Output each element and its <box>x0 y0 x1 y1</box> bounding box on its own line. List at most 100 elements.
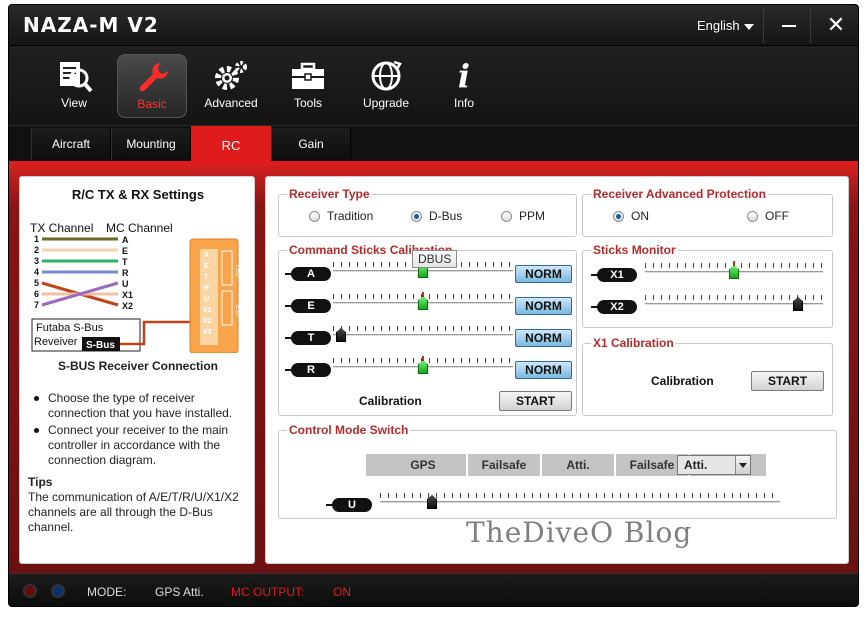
diagram-caption: S-BUS Receiver Connection <box>57 359 219 373</box>
stick-track-e <box>333 292 513 310</box>
status-led-blue-icon <box>51 584 65 598</box>
radio-dbus[interactable]: D-Bus <box>411 209 462 223</box>
app-title: NAZA-M V2 <box>23 13 159 37</box>
mc-port: E <box>204 263 209 270</box>
toolbar-tools-label: Tools <box>293 96 322 110</box>
toolbox-icon <box>292 62 324 89</box>
rc-settings-panel: R/C TX & RX Settings TX Channel MC Chann… <box>19 176 255 564</box>
mc-channel: E <box>122 246 128 256</box>
toolbar-advanced-label: Advanced <box>204 96 258 110</box>
toolbar-advanced[interactable]: Advanced <box>196 54 266 118</box>
main-toolbar: View Basic Advanced Tools Upgrade i Info <box>9 45 858 125</box>
tips-title: Tips <box>28 475 53 489</box>
chevron-down-icon[interactable] <box>735 456 750 474</box>
toolbar-view-label: View <box>61 96 87 110</box>
toolbar-upgrade-label: Upgrade <box>362 96 410 110</box>
tab-mounting[interactable]: Mounting <box>111 128 191 160</box>
radio-label: PPM <box>519 209 546 223</box>
instruction-list: Choose the type of receiver connection t… <box>32 391 250 470</box>
radio-circle[interactable] <box>309 211 320 222</box>
mode-value: GPS Atti. <box>155 585 204 599</box>
toolbar-basic[interactable]: Basic <box>117 54 187 118</box>
radio-protection-on[interactable]: ON <box>613 209 649 223</box>
radio-protection-off[interactable]: OFF <box>747 209 789 223</box>
tab-rc[interactable]: RC <box>191 126 271 164</box>
group-title: Receiver Type <box>287 187 372 201</box>
radio-label: ON <box>631 209 649 223</box>
chevron-down-icon <box>743 23 754 30</box>
mc-channel: X1 <box>122 290 133 300</box>
content-area: R/C TX & RX Settings TX Channel MC Chann… <box>9 165 858 573</box>
radio-ppm[interactable]: PPM <box>501 209 545 223</box>
mode-zone-bar: GPS Failsafe Atti. Failsafe Atti. <box>366 454 766 476</box>
watermark: TheDiveO Blog <box>466 516 693 549</box>
status-led-red-icon <box>23 584 37 598</box>
title-bar: NAZA-M V2 English ✕ <box>9 5 858 45</box>
upgrade-icon <box>371 60 402 91</box>
channel-tag-r: R <box>285 363 331 377</box>
tx-number: 2 <box>34 245 39 255</box>
tab-aircraft[interactable]: Aircraft <box>31 128 111 160</box>
wiring-diagram: 1 2 3 4 5 6 7 A E T R U X1 X2 Futaba S-B… <box>31 234 240 353</box>
norm-button-e[interactable]: NORM <box>515 297 572 315</box>
instruction-item: Connect your receiver to the main contro… <box>32 423 250 468</box>
channel-tag-x1: X1 <box>591 268 637 282</box>
view-icon <box>60 62 93 93</box>
close-icon: ✕ <box>826 12 846 37</box>
radio-label: D-Bus <box>429 209 463 223</box>
toolbar-info-label: Info <box>453 96 474 110</box>
mc-side-label: EXP <box>234 305 240 317</box>
receiver-name: Reveiver <box>34 336 78 348</box>
mode-cell-atti: Atti. <box>542 454 616 476</box>
channel-tag-e: E <box>285 299 331 313</box>
sbus-tag-label: S-Bus <box>86 340 115 351</box>
gears-icon <box>215 61 247 90</box>
radio-tradition[interactable]: Tradition <box>309 209 373 223</box>
language-select[interactable]: English <box>697 18 754 33</box>
mode-select-value: Atti. <box>684 458 708 472</box>
toolbar-basic-label: Basic <box>137 97 167 111</box>
channel-tag-x2: X2 <box>591 300 637 314</box>
instruction-item: Choose the type of receiver connection t… <box>32 391 250 421</box>
tips-text: The communication of A/E/T/R/U/X1/X2 cha… <box>28 490 239 534</box>
norm-button-t[interactable]: NORM <box>515 329 572 347</box>
group-title: Receiver Advanced Protection <box>591 187 768 201</box>
mode-track-u <box>380 491 780 509</box>
x1-calibration-group: X1 Calibration Calibration START <box>582 336 833 416</box>
x1-calibration-label: Calibration <box>651 374 714 388</box>
radio-circle[interactable] <box>501 211 512 222</box>
mc-port: U <box>204 296 209 303</box>
radio-circle[interactable] <box>747 211 758 222</box>
tx-number: 6 <box>34 289 39 299</box>
toolbar-view[interactable]: View <box>39 54 109 118</box>
x1-start-button[interactable]: START <box>751 371 824 391</box>
group-title: Control Mode Switch <box>287 423 411 437</box>
channel-tag-u: U <box>326 498 372 512</box>
toolbar-tools[interactable]: Tools <box>273 54 343 118</box>
mc-channel: A <box>122 235 129 245</box>
tab-gain[interactable]: Gain <box>271 128 351 160</box>
radio-circle[interactable] <box>411 211 422 222</box>
command-sticks-group: Command Sticks Calibration A NORM E NORM… <box>278 243 577 416</box>
group-title: Sticks Monitor <box>591 243 678 257</box>
radio-circle[interactable] <box>613 211 624 222</box>
panel-title: R/C TX & RX Settings <box>71 187 205 202</box>
wrench-icon <box>139 63 168 92</box>
mc-output-value: ON <box>333 585 351 599</box>
info-icon: i <box>457 57 471 95</box>
app-window: NAZA-M V2 English ✕ View Basic Advanced … <box>8 4 859 607</box>
mc-channel: X2 <box>122 301 133 311</box>
norm-button-r[interactable]: NORM <box>515 361 572 379</box>
norm-button-a[interactable]: NORM <box>515 265 572 283</box>
stick-track-t <box>333 324 513 342</box>
minimize-button[interactable] <box>777 17 801 33</box>
start-calibration-button[interactable]: START <box>499 391 572 411</box>
mode-select[interactable]: Atti. <box>677 455 751 475</box>
monitor-track-x1 <box>645 261 823 279</box>
mc-port: T <box>204 274 209 281</box>
language-value: English <box>697 18 740 33</box>
group-title: X1 Calibration <box>591 336 676 350</box>
close-button[interactable]: ✕ <box>824 13 848 37</box>
toolbar-info[interactable]: i Info <box>429 54 499 118</box>
toolbar-upgrade[interactable]: Upgrade <box>351 54 421 118</box>
